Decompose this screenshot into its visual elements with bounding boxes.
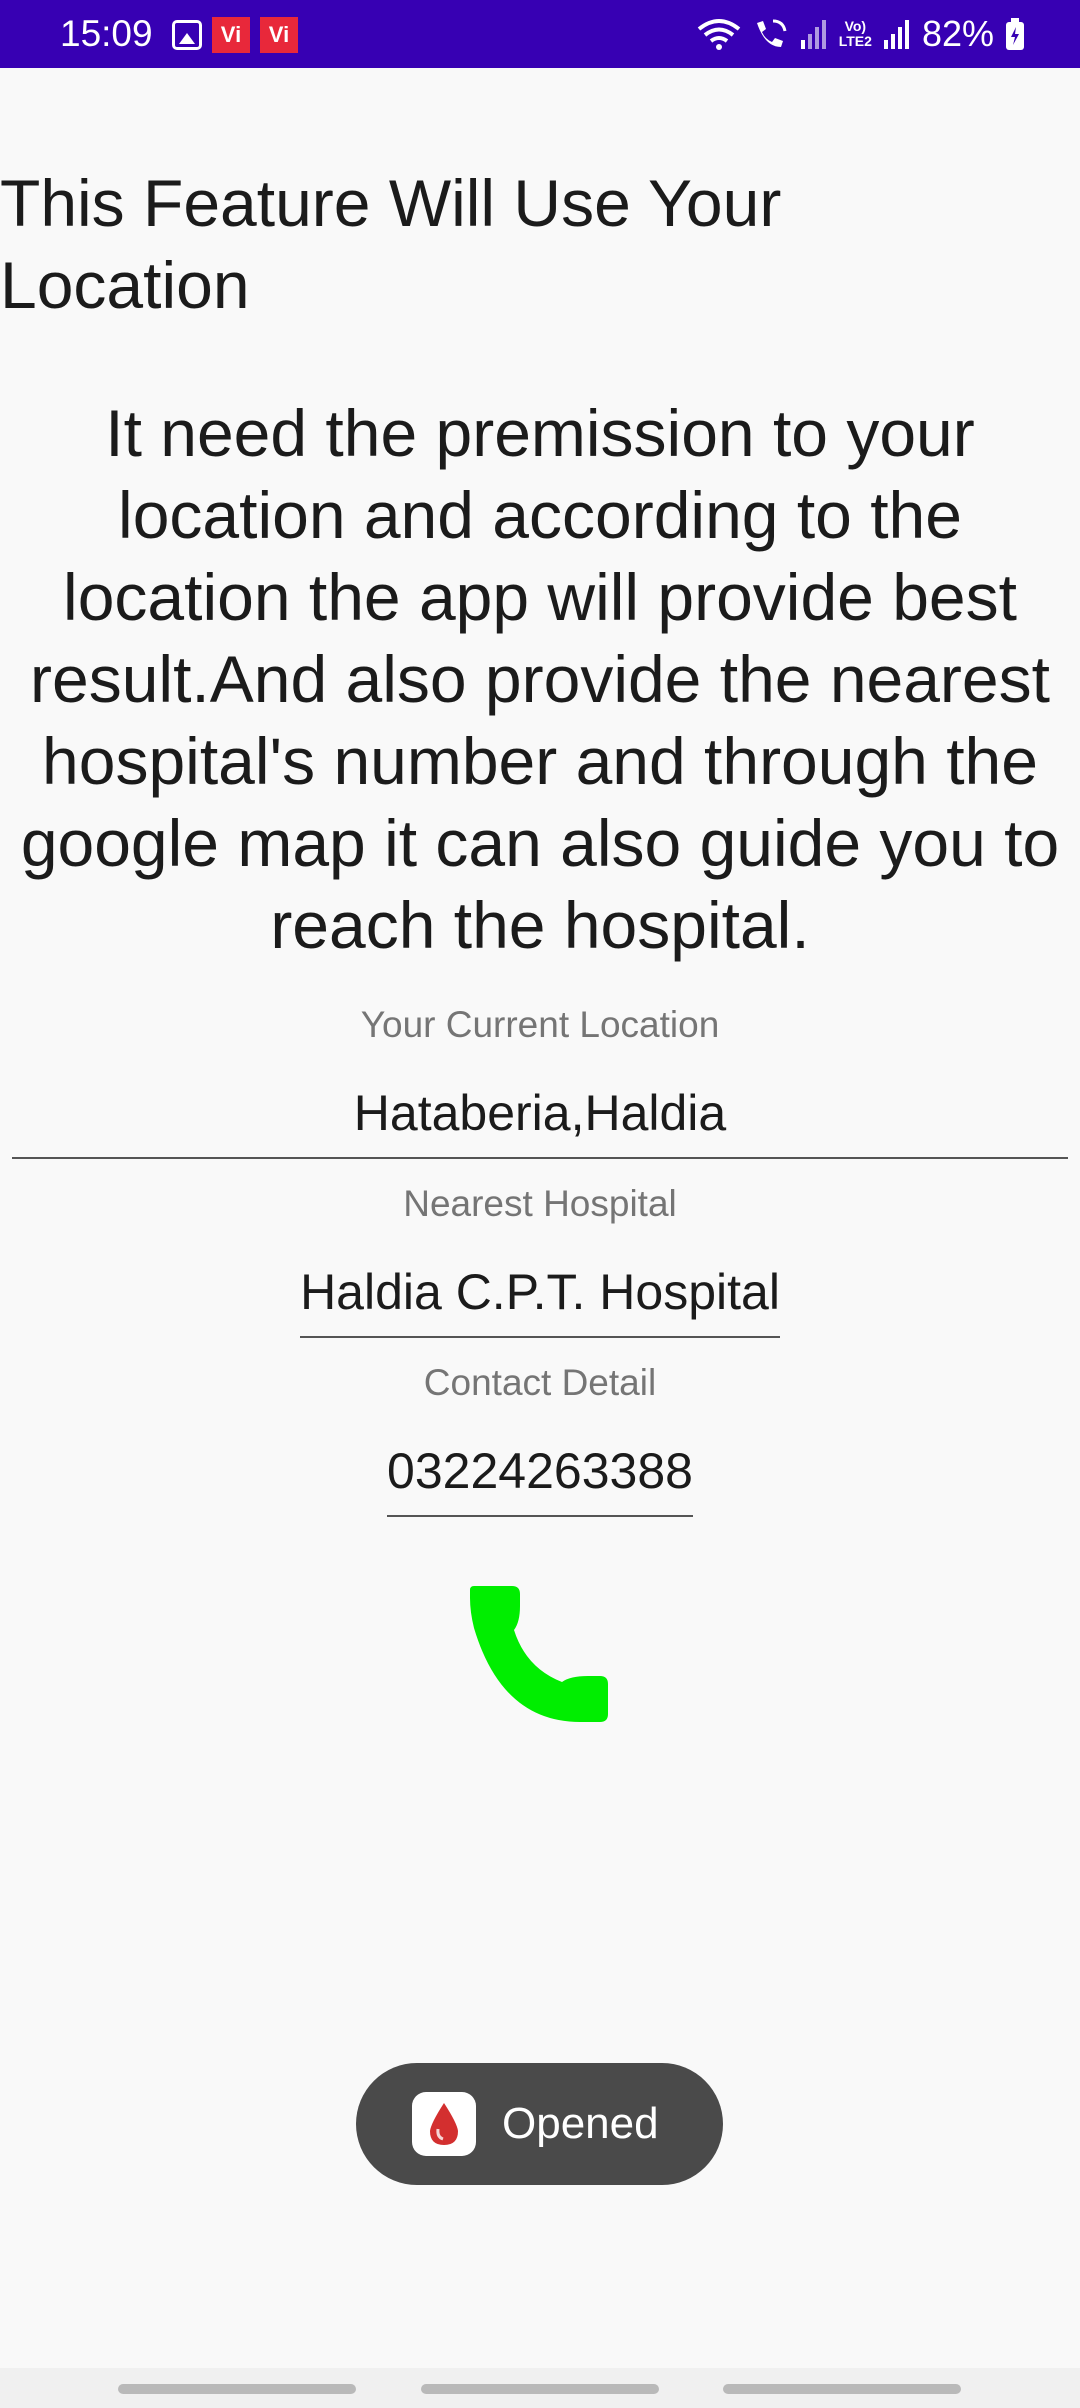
blood-drop-icon: [430, 2103, 458, 2145]
system-icons: Vo) LTE2 82%: [697, 12, 1026, 56]
vi-icon: Vi: [260, 17, 298, 53]
status-bar: 15:09 Vi Vi Vo) LTE2 82%: [0, 0, 1080, 68]
page-title: This Feature Will Use Your Location: [0, 166, 782, 322]
notification-icons: Vi Vi: [172, 17, 298, 53]
contact-detail-field[interactable]: 03224263388: [387, 1441, 693, 1517]
toast: Opened: [356, 2063, 723, 2185]
status-time: 15:09: [60, 13, 153, 54]
current-location-field[interactable]: Hataberia,Haldia: [12, 1083, 1068, 1159]
signal-icon: [883, 20, 909, 49]
nav-handle-left[interactable]: [118, 2384, 356, 2394]
hospital-field-wrapper: Haldia C.P.T. Hospital: [0, 1262, 1080, 1338]
gallery-icon: [172, 20, 202, 50]
toast-message: Opened: [502, 2099, 659, 2148]
hospital-label: Nearest Hospital: [403, 1183, 677, 1224]
nav-handle-right[interactable]: [723, 2384, 961, 2394]
wifi-icon: [697, 19, 740, 50]
location-label: Your Current Location: [360, 1004, 720, 1045]
nav-handle-center[interactable]: [421, 2384, 659, 2394]
signal-icon: [800, 20, 826, 49]
call-button[interactable]: [468, 1582, 612, 1728]
nearest-hospital-field[interactable]: Haldia C.P.T. Hospital: [300, 1262, 780, 1338]
app-icon: [412, 2092, 476, 2156]
battery-icon: [1006, 18, 1024, 50]
vi-icon: Vi: [212, 17, 250, 53]
wifi-calling-icon: [756, 19, 787, 47]
volte-icon: Vo) LTE2: [838, 18, 872, 49]
battery-percent: 82%: [921, 13, 994, 54]
phone-icon: [470, 1586, 608, 1722]
contact-label: Contact Detail: [423, 1362, 657, 1403]
navigation-bar: [0, 2368, 1080, 2408]
permission-description: It need the premission to your location …: [20, 396, 1060, 962]
location-field-wrapper: Hataberia,Haldia: [0, 1083, 1080, 1159]
contact-field-wrapper: 03224263388: [0, 1441, 1080, 1517]
